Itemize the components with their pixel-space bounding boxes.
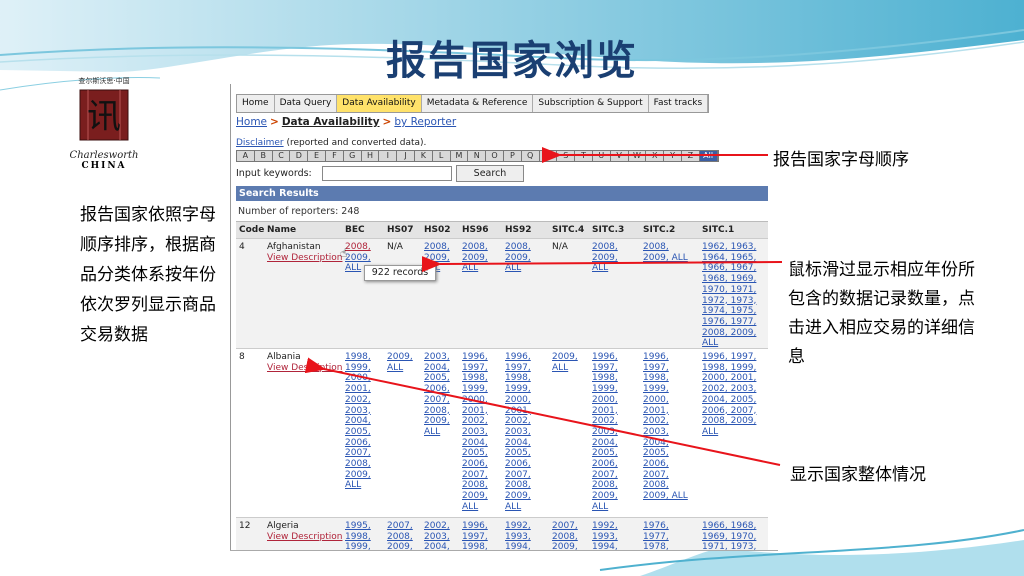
note-alphabetical-order: 报告国家字母顺序 xyxy=(773,150,909,170)
note-mouse-hover: 鼠标滑过显示相应年份所包含的数据记录数量，点击进入相应交易的详细信息 xyxy=(788,260,975,367)
arrow-to-description xyxy=(304,357,781,466)
arrow-to-records xyxy=(421,256,783,273)
note-country-overview: 显示国家整体情况 xyxy=(790,465,926,485)
